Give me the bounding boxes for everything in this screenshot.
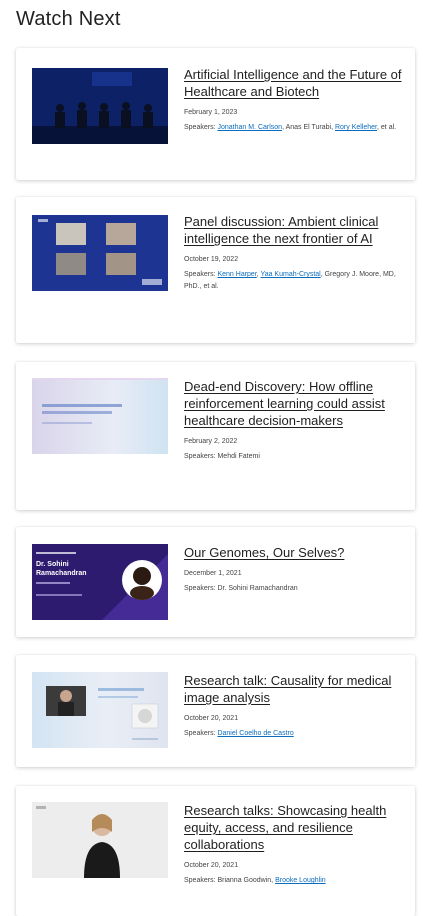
video-date: October 20, 2021 — [184, 862, 239, 869]
speakers-line: Speakers: Brianna Goodwin, Brooke Loughl… — [184, 875, 405, 887]
speaker-text: Dr. Sohini Ramachandran — [217, 585, 298, 592]
speaker-link[interactable]: Rory Kelleher — [335, 124, 377, 131]
speakers-line: Speakers: Mehdi Fatemi — [184, 451, 405, 463]
speaker-link[interactable]: Brooke Loughlin — [275, 877, 326, 884]
video-thumbnail[interactable] — [32, 672, 168, 748]
speakers-line: Speakers: Kenn Harper, Yaa Kumah-Crystal… — [184, 269, 405, 293]
panel-stage-icon — [32, 68, 168, 144]
speakers-label: Speakers: — [184, 730, 218, 737]
speakers-line: Speakers: Jonathan M. Carlson, Anas El T… — [184, 122, 405, 134]
speakers-label: Speakers: — [184, 585, 218, 592]
video-date: February 1, 2023 — [184, 109, 238, 116]
speaker-link[interactable]: Yaa Kumah-Crystal — [261, 271, 321, 278]
presentation-icon — [46, 686, 159, 740]
speaker-link[interactable]: Kenn Harper — [217, 271, 256, 278]
video-title-link[interactable]: Panel discussion: Ambient clinical intel… — [184, 213, 405, 247]
video-card[interactable]: Artificial Intelligence and the Future o… — [16, 48, 415, 180]
slide-title-icon — [32, 378, 168, 424]
presenter-icon — [32, 802, 168, 878]
video-title-link[interactable]: Artificial Intelligence and the Future o… — [184, 66, 405, 100]
speakers-label: Speakers: — [184, 271, 218, 278]
video-card[interactable]: Dr. Sohini Ramachandran Our Genomes, Our… — [16, 527, 415, 637]
video-title-link[interactable]: Our Genomes, Our Selves? — [184, 544, 405, 561]
video-thumbnail[interactable] — [32, 215, 168, 291]
section-title: Watch Next — [16, 8, 121, 30]
speakers-line: Speakers: Dr. Sohini Ramachandran — [184, 583, 405, 595]
speaker-text: , et al. — [377, 124, 397, 131]
speakers-label: Speakers: — [184, 453, 218, 460]
video-grid-icon — [32, 215, 168, 291]
video-thumbnail[interactable] — [32, 802, 168, 878]
video-title-link[interactable]: Research talk: Causality for medical ima… — [184, 672, 405, 706]
speaker-portrait-icon: Dr. Sohini Ramachandran — [32, 544, 168, 620]
thumb-name-line2: Ramachandran — [36, 570, 87, 577]
speaker-text: , Anas El Turabi, — [282, 124, 335, 131]
video-thumbnail[interactable]: Dr. Sohini Ramachandran — [32, 544, 168, 620]
video-date: February 2, 2022 — [184, 438, 238, 445]
speaker-text: Mehdi Fatemi — [217, 453, 260, 460]
video-date: October 19, 2022 — [184, 256, 239, 263]
speakers-label: Speakers: — [184, 124, 218, 131]
speaker-link[interactable]: Daniel Coelho de Castro — [217, 730, 293, 737]
video-date: October 20, 2021 — [184, 715, 239, 722]
video-date: December 1, 2021 — [184, 570, 242, 577]
speakers-line: Speakers: Daniel Coelho de Castro — [184, 728, 405, 740]
speaker-link[interactable]: Jonathan M. Carlson — [217, 124, 282, 131]
video-card[interactable]: Dead-end Discovery: How offline reinforc… — [16, 362, 415, 510]
video-card[interactable]: Panel discussion: Ambient clinical intel… — [16, 197, 415, 343]
video-thumbnail[interactable] — [32, 378, 168, 454]
speaker-text: Brianna Goodwin, — [217, 877, 276, 884]
speakers-label: Speakers: — [184, 877, 218, 884]
video-thumbnail[interactable] — [32, 68, 168, 144]
video-title-link[interactable]: Research talks: Showcasing health equity… — [184, 802, 405, 853]
video-title-link[interactable]: Dead-end Discovery: How offline reinforc… — [184, 378, 405, 429]
video-card[interactable]: Research talk: Causality for medical ima… — [16, 655, 415, 767]
thumb-name-line1: Dr. Sohini — [36, 561, 69, 568]
